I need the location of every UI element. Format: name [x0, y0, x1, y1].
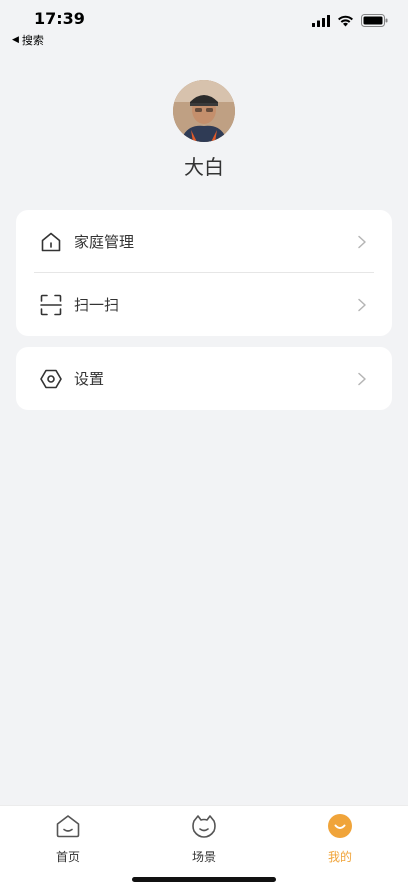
chevron-right-icon	[358, 372, 366, 385]
tab-scene[interactable]: 场景	[164, 812, 244, 865]
avatar[interactable]	[173, 80, 235, 142]
menu-card-settings: 设置	[16, 347, 392, 410]
chevron-right-icon	[358, 298, 366, 311]
home-icon	[41, 232, 61, 251]
back-triangle-icon: ◀	[12, 35, 19, 45]
profile-header: 大白	[0, 80, 408, 180]
menu-item-scan[interactable]: 扫一扫	[16, 273, 392, 336]
tab-label: 首页	[55, 850, 80, 864]
wifi-icon	[338, 15, 353, 26]
chevron-right-icon	[358, 235, 366, 248]
menu-card-primary: 家庭管理 扫一扫	[16, 210, 392, 336]
tab-label: 我的	[327, 850, 352, 864]
status-icons	[312, 14, 388, 27]
status-bar: 17:39 ◀ 搜索	[0, 0, 408, 52]
scan-icon	[40, 294, 62, 315]
username: 大白	[184, 155, 224, 179]
bottom-tab-bar: 首页 场景 我的	[0, 805, 408, 890]
battery-icon	[361, 14, 388, 27]
back-app-label: 搜索	[21, 34, 44, 47]
settings-icon	[40, 369, 62, 388]
menu-item-settings[interactable]: 设置	[16, 347, 392, 410]
cellular-signal-icon	[312, 14, 330, 27]
menu-item-label: 设置	[74, 370, 105, 388]
menu-item-family-management[interactable]: 家庭管理	[16, 210, 392, 273]
menu-item-label: 扫一扫	[74, 296, 120, 314]
menu-item-label: 家庭管理	[74, 233, 135, 251]
home-indicator	[132, 877, 276, 882]
user-photo-icon	[173, 80, 235, 142]
mine-tab-icon	[328, 814, 352, 838]
scene-tab-icon	[192, 815, 216, 838]
tab-home[interactable]: 首页	[28, 812, 108, 865]
home-tab-icon	[56, 815, 80, 838]
tab-label: 场景	[191, 850, 216, 864]
tab-mine[interactable]: 我的	[300, 812, 380, 865]
status-time: 17:39	[34, 9, 85, 28]
back-to-app-link[interactable]: ◀ 搜索	[12, 32, 44, 48]
